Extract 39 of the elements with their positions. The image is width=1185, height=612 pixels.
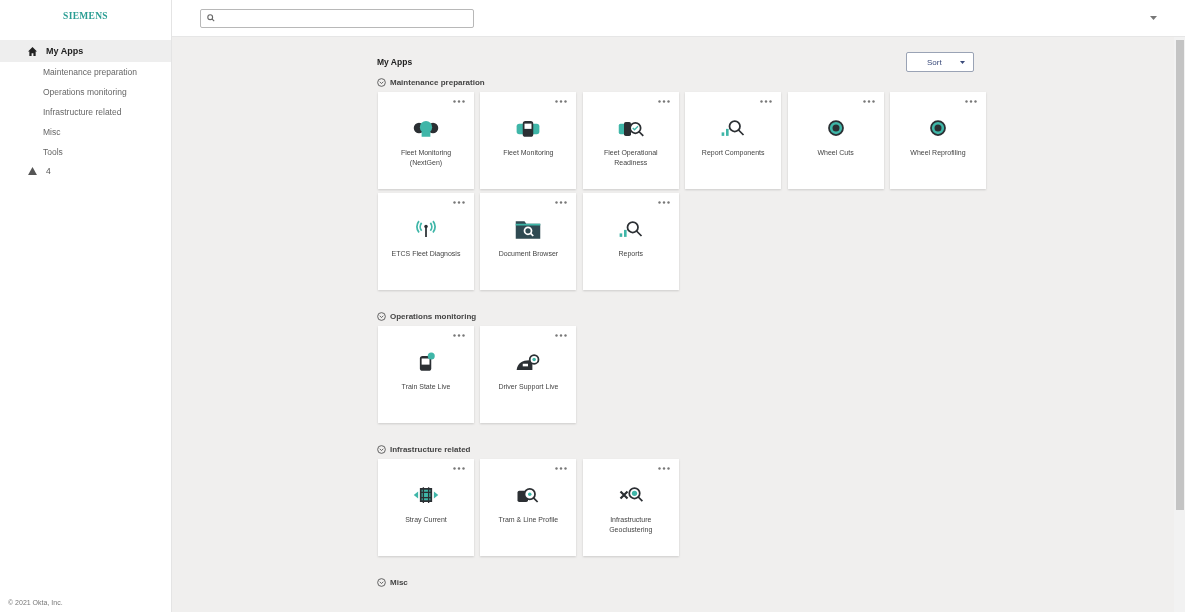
more-icon[interactable] [964, 100, 977, 103]
search-field[interactable] [200, 8, 474, 28]
nav-item[interactable]: Misc [0, 122, 61, 142]
warning-icon [28, 167, 37, 175]
more-icon[interactable] [862, 100, 875, 103]
alert-count[interactable]: 4 [46, 166, 51, 176]
collapse-icon[interactable] [377, 578, 386, 587]
more-icon[interactable] [760, 100, 773, 103]
section-title: Maintenance preparation [390, 78, 485, 87]
more-icon[interactable] [453, 334, 465, 337]
section-title: Infrastructure related [390, 445, 471, 454]
more-icon[interactable] [453, 100, 465, 103]
search-icon [207, 14, 215, 22]
more-icon[interactable] [657, 467, 670, 470]
nav-item[interactable]: Operations monitoring [0, 82, 127, 102]
more-icon[interactable] [657, 201, 670, 204]
nav-item[interactable]: Maintenance preparation [0, 62, 138, 82]
collapse-icon[interactable] [377, 312, 386, 321]
more-icon[interactable] [555, 334, 568, 337]
page-title: My Apps [377, 57, 413, 67]
scrollbar[interactable] [1174, 37, 1185, 612]
section-title: Misc [390, 578, 408, 587]
more-icon[interactable] [555, 201, 568, 204]
caret-icon [960, 60, 965, 64]
collapse-icon[interactable] [377, 78, 386, 87]
sort-button[interactable]: Sort [906, 52, 974, 72]
more-icon[interactable] [555, 467, 568, 470]
collapse-icon[interactable] [377, 445, 386, 454]
more-icon[interactable] [453, 467, 465, 470]
nav-item[interactable]: Tools [0, 142, 63, 162]
section-title: Operations monitoring [390, 312, 477, 321]
more-icon[interactable] [555, 100, 568, 103]
nav-item[interactable]: My Apps [0, 40, 171, 62]
home-icon [28, 46, 37, 56]
chevron-down-icon[interactable] [1150, 16, 1157, 20]
logo: SIEMENS [63, 11, 108, 21]
more-icon[interactable] [453, 201, 465, 204]
nav-item[interactable]: Infrastructure related [0, 102, 122, 122]
more-icon[interactable] [657, 100, 670, 103]
